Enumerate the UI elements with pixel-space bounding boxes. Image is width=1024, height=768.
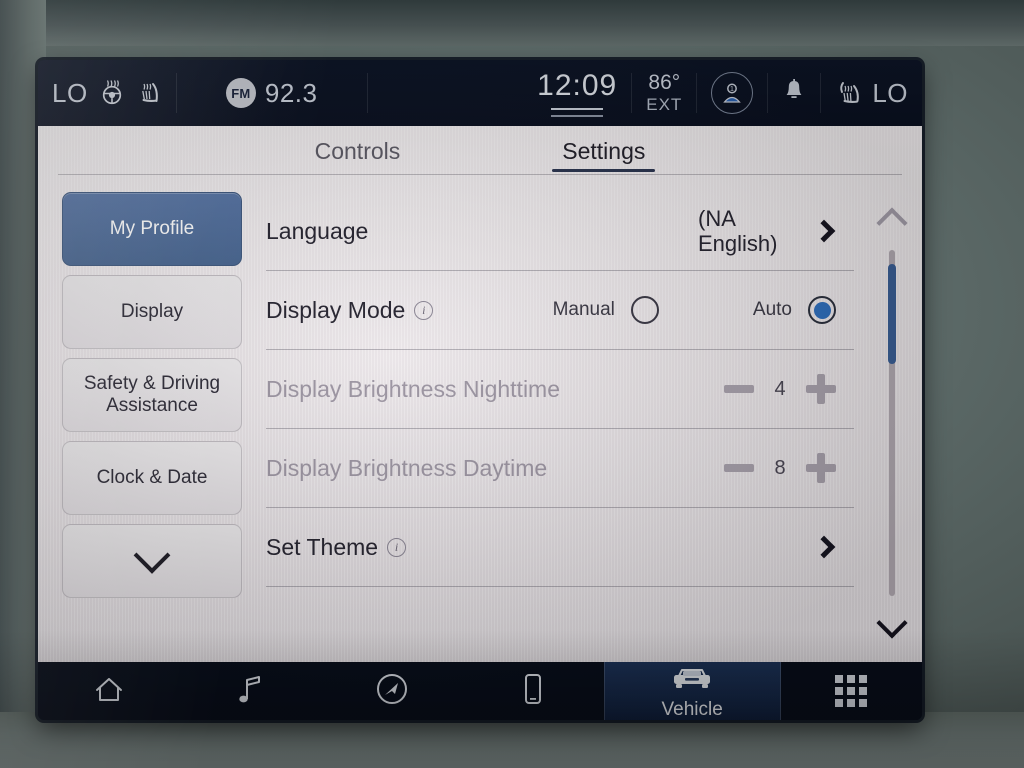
phone-icon [521,671,545,712]
sidebar-item-safety-driving-assistance[interactable]: Safety & Driving Assistance [62,358,242,432]
display-mode-options: Manual Auto [553,296,836,324]
spacer-cell [368,66,523,120]
plus-icon[interactable] [806,374,836,404]
infotainment-screen: LO FM 92.3 12:09 86° EXT 1 LO Controls S… [38,60,922,720]
setting-label: Display Brightness Daytime [266,455,724,482]
setting-row-display-brightness-nighttime[interactable]: Display Brightness Nighttime 4 [266,350,854,429]
radio-auto[interactable] [808,296,836,324]
nav-item-label: Vehicle [661,698,723,720]
radio-label-manual: Manual [552,299,615,320]
nav-item-phone[interactable] [462,662,603,720]
home-icon [92,673,126,710]
setting-label-text: Display Brightness Nighttime [266,375,561,402]
plus-icon[interactable] [806,453,836,483]
sidebar-item-label: Display [120,300,184,322]
climate-left-temp: LO [52,77,88,108]
chevron-right-icon[interactable] [812,535,836,559]
tab-settings[interactable]: Settings [552,138,656,172]
nav-item-home[interactable] [38,662,179,720]
nav-item-vehicle[interactable]: Vehicle [603,662,781,720]
sidebar-item-label: Clock & Date [96,466,208,488]
climate-left-cell[interactable]: LO [38,66,176,120]
setting-row-set-theme[interactable]: Set Theme i [266,508,854,587]
info-icon[interactable]: i [387,537,407,557]
setting-label: Display Mode i [266,297,553,324]
setting-label: Display Brightness Nighttime [266,376,724,403]
climate-right-temp: LO [872,77,908,108]
radio-manual[interactable] [630,296,659,324]
driver-profile-icon: 1 [711,72,754,114]
settings-sidebar: My Profile Display Safety & Driving Assi… [38,192,242,660]
info-icon[interactable]: i [414,300,434,320]
driver-profile-cell[interactable]: 1 [697,66,767,120]
apps-grid-icon [835,675,868,707]
setting-label-text: Set Theme [266,533,379,560]
scrollbar[interactable] [862,192,922,660]
brightness-daytime-stepper: 8 [724,453,836,483]
brightness-nighttime-stepper: 4 [724,374,836,404]
exterior-temp-label: EXT [646,95,683,115]
radio-frequency: 92.3 [264,77,318,108]
clock-time: 12:09 [537,69,618,102]
sidebar-item-my-profile[interactable]: My Profile [62,192,242,266]
heated-seat-icon [136,77,162,110]
exterior-temp-value: 86° [648,71,681,95]
setting-label-text: Display Mode [266,296,406,323]
heated-seat-icon [835,77,863,110]
climate-right-cell[interactable]: LO [821,66,922,120]
settings-list: Language (NA English) Display Mode i Man… [242,192,854,660]
clock-underline [551,108,604,110]
chevron-up-icon[interactable] [876,207,908,239]
scrollbar-track[interactable] [888,250,896,596]
navigation-compass-icon [373,670,411,713]
chevron-down-icon[interactable] [876,607,908,639]
sidebar-more-button[interactable] [62,524,242,598]
brightness-daytime-value: 8 [774,456,786,479]
bottom-nav-bar: Vehicle [38,662,922,720]
chevron-down-icon [133,536,171,574]
radio-label-auto: Auto [752,299,792,320]
panel-body: My Profile Display Safety & Driving Assi… [38,178,922,660]
sidebar-item-label: Safety & Driving Assistance [83,372,221,416]
music-note-icon [235,672,265,711]
nav-item-apps[interactable] [781,662,922,720]
language-value: (NA English) [698,206,794,257]
setting-label-text: Display Brightness Daytime [266,454,548,481]
minus-icon[interactable] [724,464,754,472]
scrollbar-thumb[interactable] [888,263,896,365]
setting-label-text: Language [266,217,369,244]
exterior-temp-cell[interactable]: 86° EXT [632,66,696,120]
setting-row-display-brightness-daytime[interactable]: Display Brightness Daytime 8 [266,429,854,508]
chevron-right-icon[interactable] [812,219,836,243]
nav-item-music[interactable] [179,662,320,720]
bezel-bottom-shade [0,712,1024,768]
sidebar-item-clock-date[interactable]: Clock & Date [62,441,242,515]
sidebar-item-label: My Profile [109,217,195,239]
language-value-line1: (NA [698,205,736,231]
status-bar: LO FM 92.3 12:09 86° EXT 1 LO [38,60,922,126]
tab-controls[interactable]: Controls [309,138,407,172]
bell-icon [782,78,806,109]
heated-steering-wheel-icon [97,77,127,110]
minus-icon[interactable] [724,385,754,393]
clock-underline-secondary [551,115,604,117]
setting-label: Language [266,218,698,245]
radio-cell[interactable]: FM 92.3 [177,66,367,120]
language-value-line2: English) [698,231,778,256]
nav-item-navigation[interactable] [321,662,462,720]
sidebar-item-display[interactable]: Display [62,275,242,349]
radio-band-badge: FM [225,78,256,108]
setting-row-language[interactable]: Language (NA English) [266,192,854,271]
vehicle-truck-icon [666,662,718,697]
clock-cell[interactable]: 12:09 [523,66,631,120]
setting-row-display-mode[interactable]: Display Mode i Manual Auto [266,271,854,350]
bezel-top-shade [0,0,1024,46]
setting-label: Set Theme i [266,534,794,561]
brightness-nighttime-value: 4 [774,377,786,400]
svg-text:1: 1 [730,86,734,93]
notification-cell[interactable] [768,66,820,120]
dashboard-bezel: LO FM 92.3 12:09 86° EXT 1 LO Controls S… [0,0,1024,768]
tab-bar: Controls Settings [38,126,922,178]
settings-panel: Controls Settings My Profile Display Saf… [38,126,922,662]
